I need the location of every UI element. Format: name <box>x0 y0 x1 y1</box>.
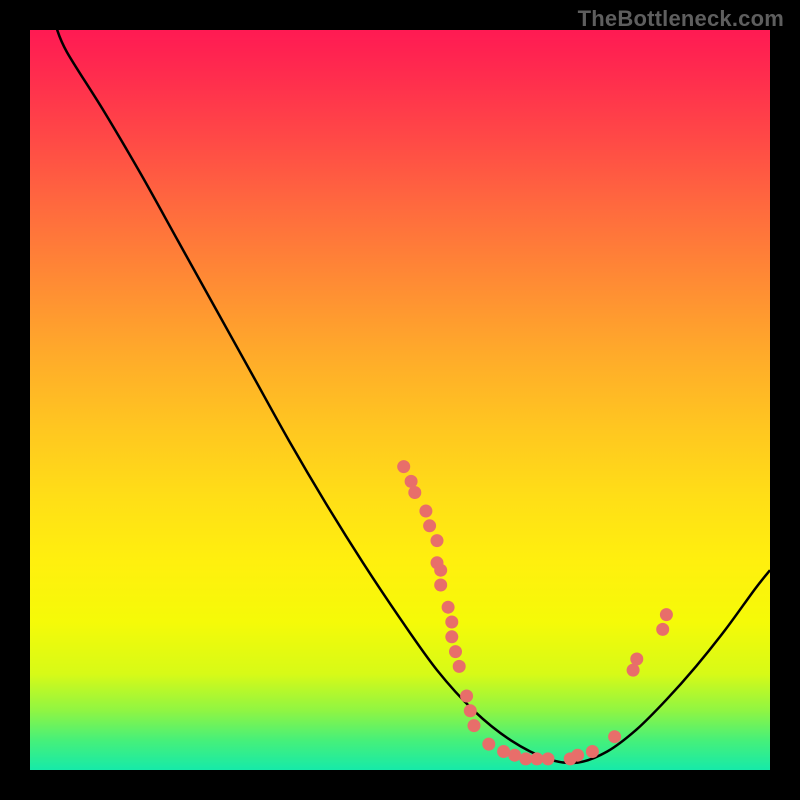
chart-background-gradient <box>30 30 770 770</box>
watermark-text: TheBottleneck.com <box>578 6 784 32</box>
chart-container: TheBottleneck.com <box>0 0 800 800</box>
